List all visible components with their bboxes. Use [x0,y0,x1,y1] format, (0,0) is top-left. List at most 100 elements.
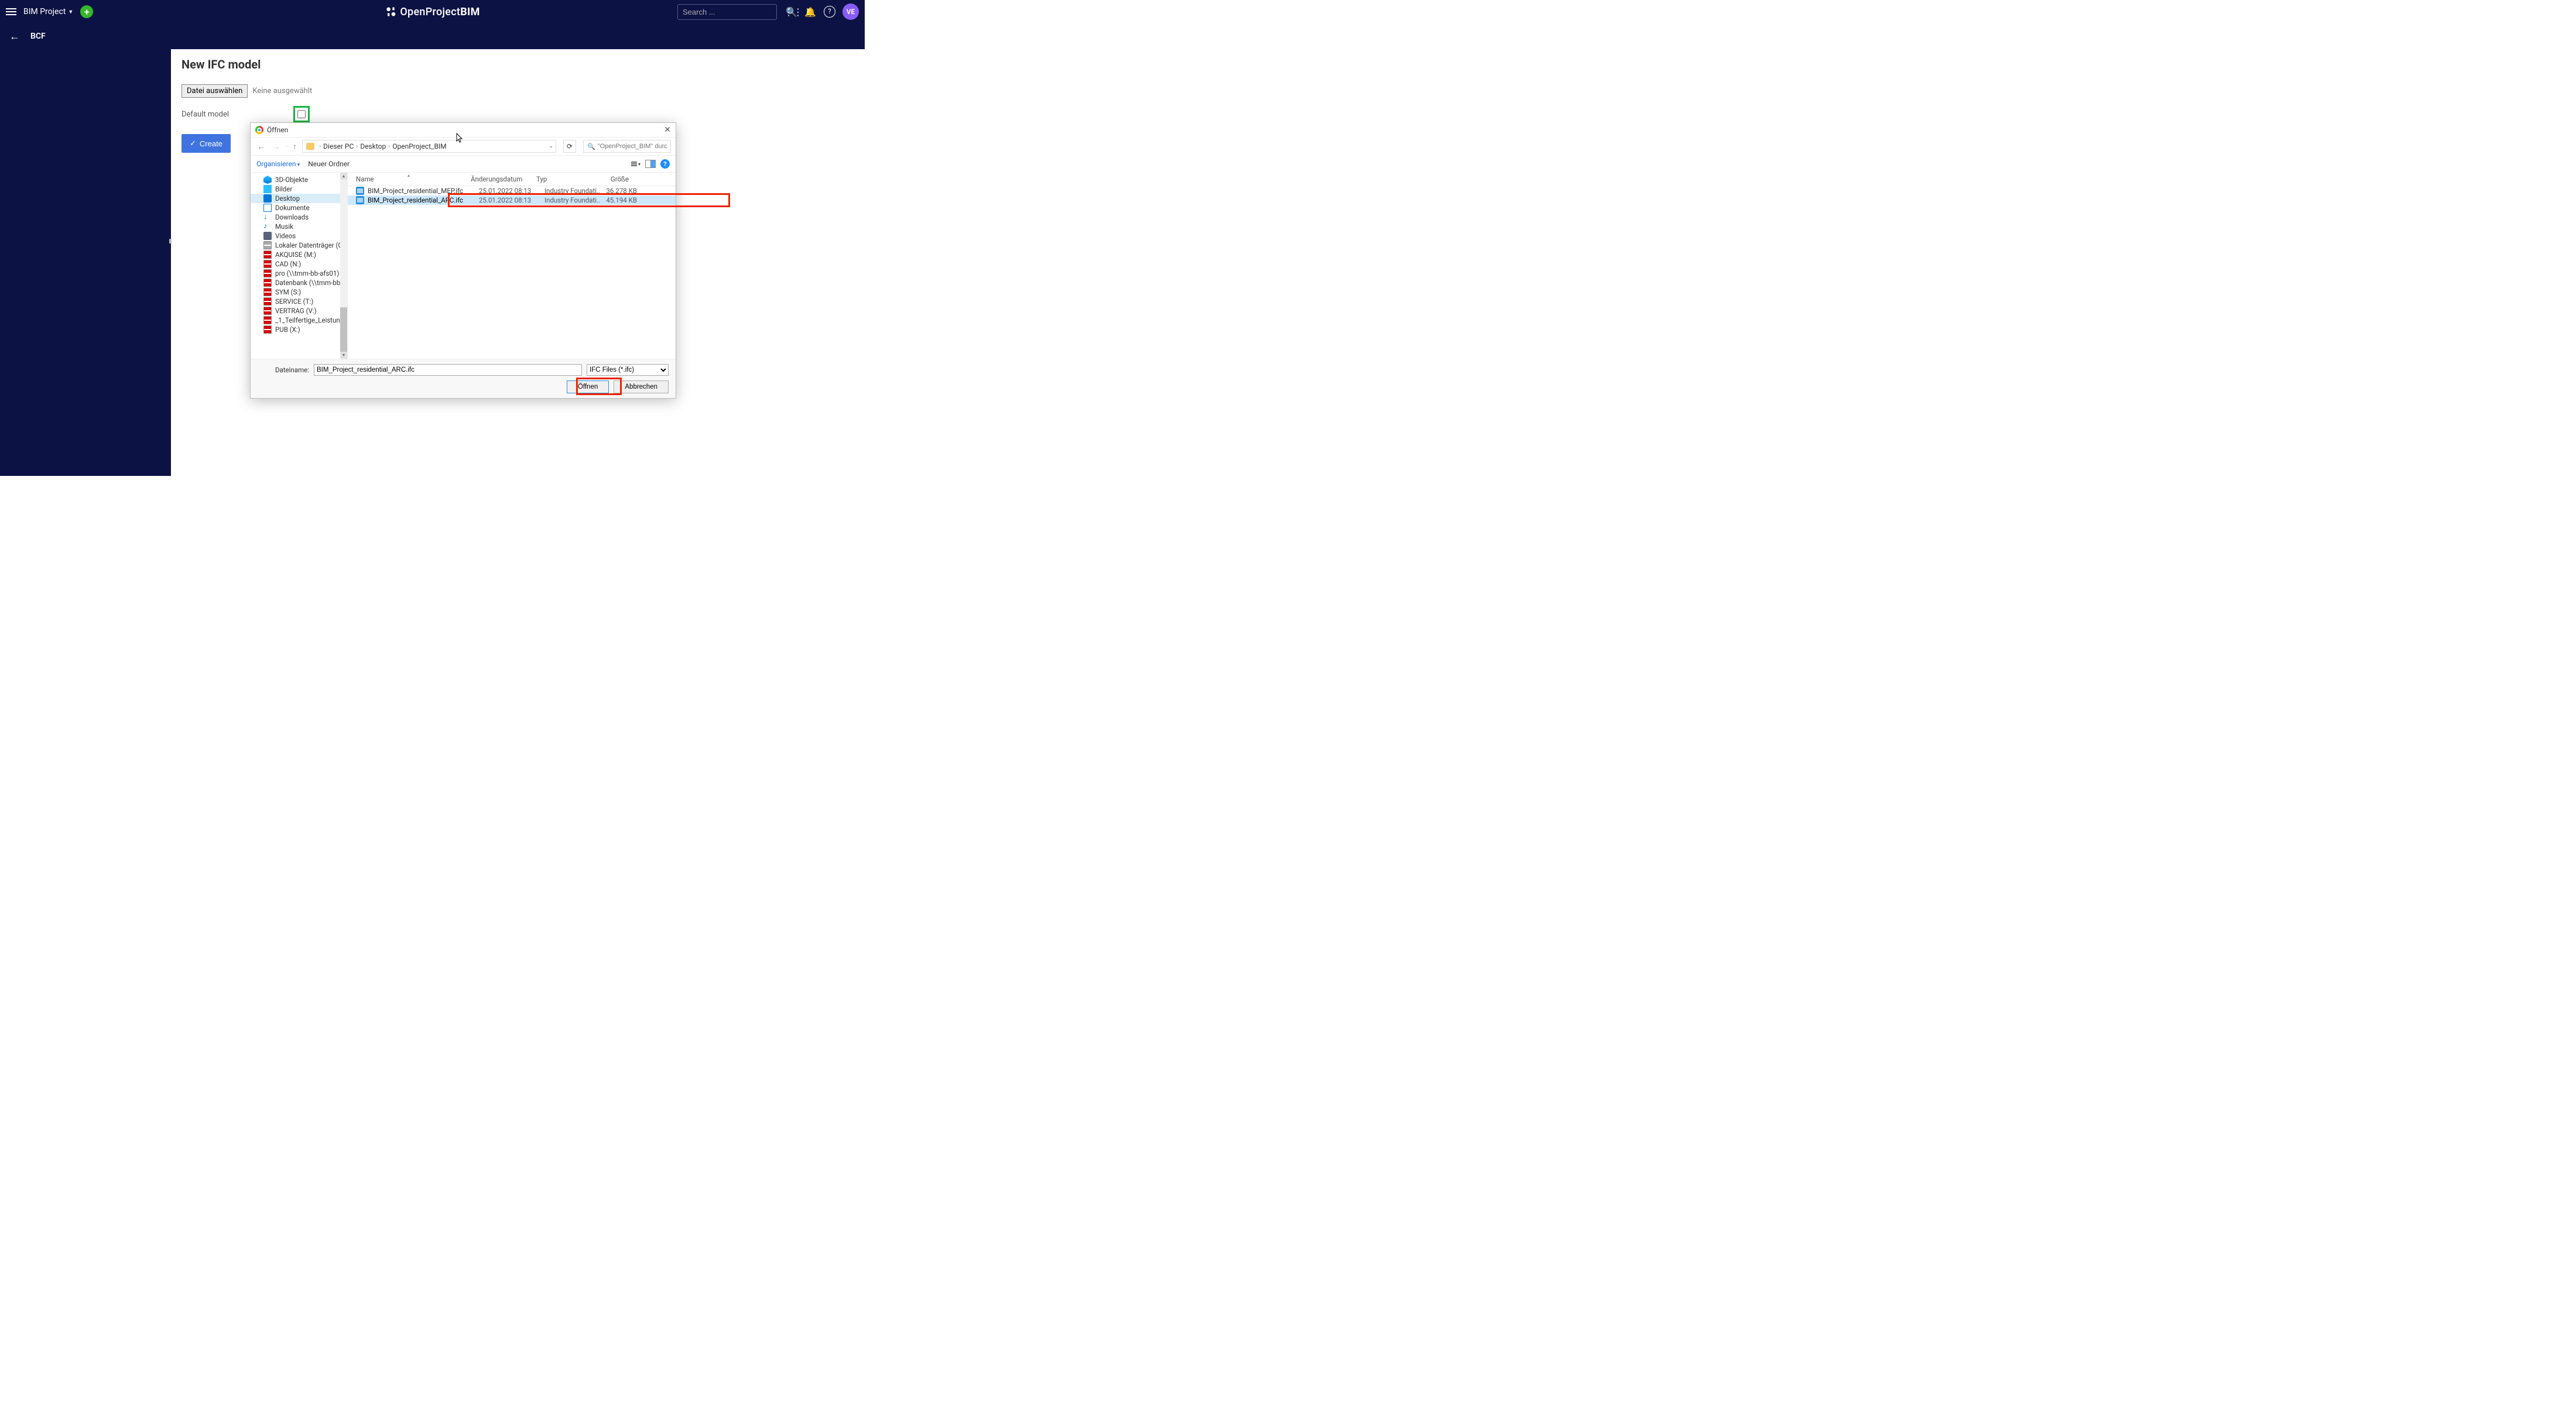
scroll-up-icon[interactable]: ▴ [340,173,347,180]
tree-item[interactable]: Lokaler Datenträger (C:) [251,241,347,250]
dialog-nav: ← → · ↑ › Dieser PC › Desktop › OpenProj… [251,138,676,156]
ifc-file-icon [356,196,364,204]
sidebar-resizer[interactable] [169,239,172,244]
dialog-titlebar: Öffnen ✕ [251,123,676,138]
open-button[interactable]: Öffnen [567,380,609,393]
tree-item[interactable]: 3D-Objekte [251,175,347,184]
tree-item-label: VERTRAG (V:) [275,307,317,315]
default-model-highlight [293,106,310,122]
no-file-label: Keine ausgewählt [252,87,312,95]
scroll-down-icon[interactable]: ▾ [340,352,347,359]
tree-item-label: Lokaler Datenträger (C:) [275,241,347,249]
file-input-row: Datei auswählen Keine ausgewählt [181,84,854,98]
tree-item[interactable]: CAD (N:) [251,259,347,269]
organize-menu[interactable]: Organisieren [256,160,300,168]
tree-item-label: AKQUISE (M:) [275,251,316,259]
net-icon [263,297,272,306]
column-date[interactable]: Änderungsdatum [471,175,536,183]
file-row[interactable]: BIM_Project_residential_ARC.ifc25.01.202… [348,196,676,205]
create-button[interactable]: Create [181,134,231,153]
module-label: BCF [30,32,46,41]
new-folder-button[interactable]: Neuer Ordner [308,160,350,168]
tree-item[interactable]: Dokumente [251,203,347,212]
tree-item[interactable]: _1_Teilfertige_Leistungen (\\t [251,316,347,325]
tree-item[interactable]: Datenbank (\\tmm-bb-erp02 [251,278,347,287]
breadcrumb-dropdown-icon[interactable]: ⌄ [549,143,553,149]
search-box[interactable]: 🔍 [677,4,777,20]
tree-item[interactable]: PUB (X:) [251,325,347,334]
scroll-thumb[interactable] [340,307,347,352]
breadcrumb-item[interactable]: Dieser PC [323,142,354,150]
file-open-dialog: Öffnen ✕ ← → · ↑ › Dieser PC › Desktop ›… [250,122,676,399]
cancel-button[interactable]: Abbrechen [614,380,669,393]
net-icon [263,316,272,324]
menu-icon[interactable] [6,8,16,15]
tree-item[interactable]: AKQUISE (M:) [251,250,347,259]
refresh-button[interactable]: ⟳ [563,140,576,153]
dialog-help-icon[interactable]: ? [660,159,670,169]
add-button[interactable]: + [80,5,93,18]
net-icon [263,307,272,315]
file-type: Industry Foundati... [544,196,600,204]
net-icon [263,279,272,287]
page-title: New IFC model [181,57,854,71]
file-row[interactable]: BIM_Project_residential_MEP.ifc25.01.202… [348,186,676,196]
tree-item[interactable]: Downloads [251,212,347,222]
filetype-filter[interactable]: IFC Files (*.ifc) [587,364,669,376]
file-name: BIM_Project_residential_MEP.ifc [368,187,479,195]
help-icon[interactable]: ? [824,6,835,18]
tree-scrollbar[interactable]: ▴ ▾ [340,173,347,359]
preview-pane-toggle[interactable] [645,160,656,168]
tree-item-label: 3D-Objekte [275,176,308,184]
dl-icon [263,213,272,221]
tree-item[interactable]: Videos [251,231,347,241]
file-name: BIM_Project_residential_ARC.ifc [368,196,479,204]
nav-up-icon[interactable]: ↑ [291,142,299,152]
tree-item-label: Datenbank (\\tmm-bb-erp02 [275,279,348,287]
tree-item[interactable]: VERTRAG (V:) [251,306,347,316]
view-mode-button[interactable]: ▾ [631,162,640,167]
avatar[interactable]: VE [842,4,859,20]
dialog-search[interactable]: 🔍 [583,140,671,153]
breadcrumb-item[interactable]: Desktop [360,142,386,150]
tree-item-label: Dokumente [275,204,310,212]
dialog-footer: Dateiname: IFC Files (*.ifc) Öffnen Abbr… [251,359,676,398]
tree-item[interactable]: Musik [251,222,347,231]
bell-icon[interactable]: 🔔 [804,6,817,18]
project-selector[interactable]: BIM Project ▼ [23,7,73,16]
filename-input[interactable] [314,364,582,376]
project-name: BIM Project [23,7,66,16]
tree-item[interactable]: SERVICE (T:) [251,297,347,306]
net-icon [263,288,272,296]
dialog-title: Öffnen [267,126,288,134]
logo-icon [385,6,396,18]
default-model-row: Default model [181,106,854,122]
search-input[interactable] [683,8,786,16]
net-icon [263,269,272,277]
nav-forward-icon[interactable]: → [270,142,282,152]
back-arrow-icon[interactable]: ← [9,30,20,43]
choose-file-button[interactable]: Datei auswählen [181,84,248,98]
tree-item[interactable]: pro (\\tmm-bb-afs01) (P:) [251,269,347,278]
tree-item[interactable]: Bilder [251,184,347,194]
tree-item-label: SYM (S:) [275,288,301,296]
drive-icon [263,241,272,249]
column-type[interactable]: Typ [536,175,591,183]
close-icon[interactable]: ✕ [664,125,671,135]
tree-item[interactable]: Desktop [251,194,347,203]
folder-icon [306,143,314,150]
apps-icon[interactable]: ⋮⋮⋮ [784,6,797,18]
tree-item[interactable]: SYM (S:) [251,287,347,297]
file-size: 45.194 KB [600,196,642,204]
file-date: 25.01.2022 08:13 [479,196,544,204]
default-model-checkbox[interactable] [297,110,306,118]
mus-icon [263,222,272,231]
tree-item-label: _1_Teilfertige_Leistungen (\\t [275,316,348,324]
chrome-icon [255,126,263,134]
breadcrumb-item[interactable]: OpenProject_BIM [392,142,446,150]
dialog-search-input[interactable] [598,143,667,150]
search-icon: 🔍 [587,143,595,150]
nav-back-icon[interactable]: ← [255,142,267,152]
column-size[interactable]: Größe [591,175,633,183]
breadcrumb[interactable]: › Dieser PC › Desktop › OpenProject_BIM … [302,140,556,153]
